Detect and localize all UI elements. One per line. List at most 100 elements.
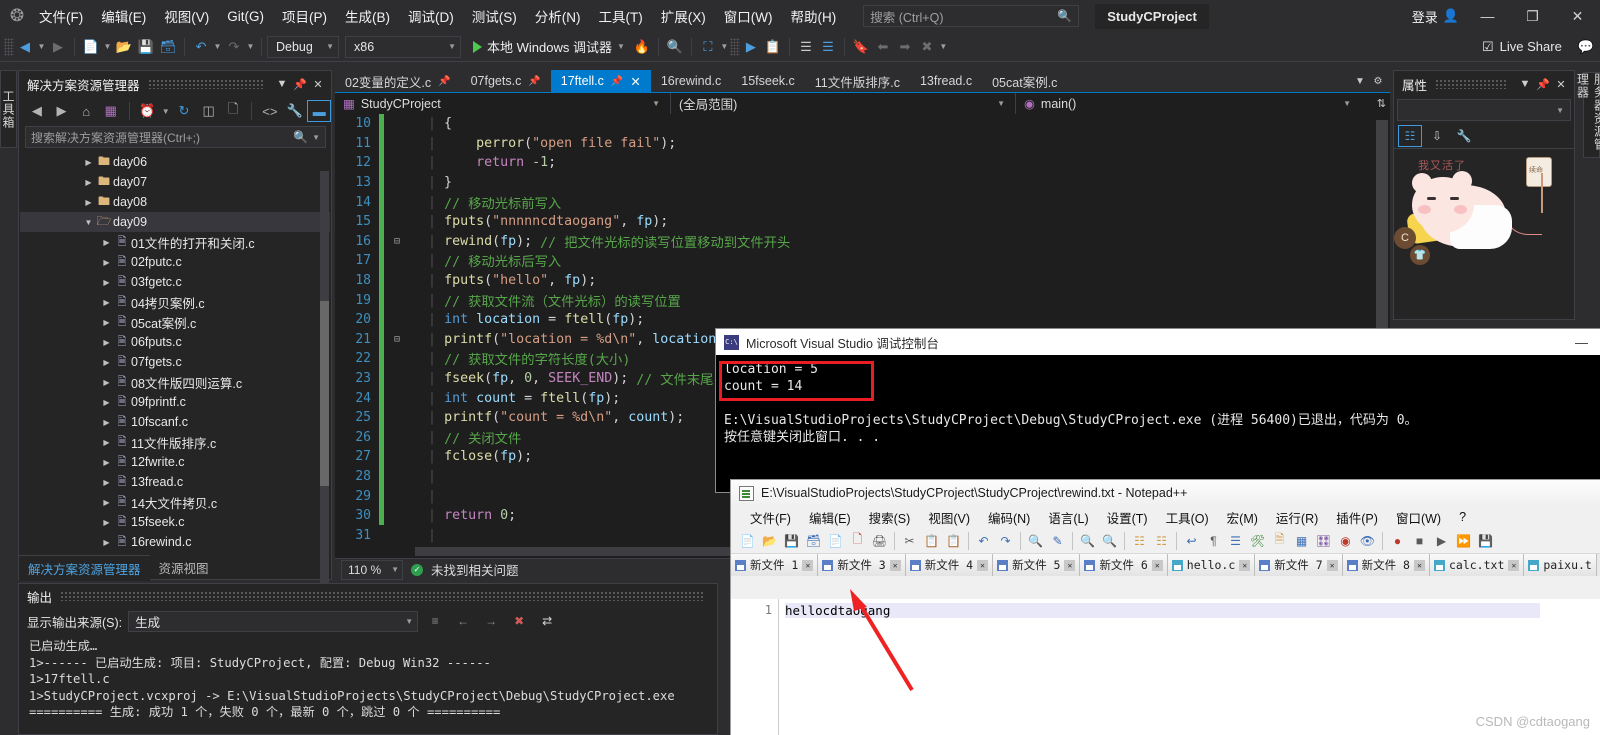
- tree-file-06[interactable]: ▶ 🗎 06fputs.c: [20, 332, 330, 352]
- console-minimize-button[interactable]: —: [1575, 335, 1600, 350]
- chevron-right-icon[interactable]: ▶: [100, 298, 113, 307]
- cut-icon[interactable]: ✂: [899, 530, 920, 551]
- save-all-icon[interactable]: 🗃: [803, 530, 824, 551]
- zoom-out-icon[interactable]: 🔍: [1099, 530, 1120, 551]
- clear-bookmarks-icon[interactable]: ✖: [916, 36, 938, 58]
- chevron-right-icon[interactable]: ▶: [100, 378, 113, 387]
- menu-item-debug[interactable]: 调试(D): [399, 2, 463, 30]
- function-list-icon[interactable]: ▦: [1291, 530, 1312, 551]
- save-all-icon[interactable]: 🗃: [157, 36, 179, 58]
- menu-item-file[interactable]: 文件(F): [30, 2, 92, 30]
- close-icon[interactable]: ✕: [1508, 559, 1520, 571]
- menu-item-analyze[interactable]: 分析(N): [526, 2, 590, 30]
- tree-file-01[interactable]: ▶ 🗎 01文件的打开和关闭.c: [20, 232, 330, 252]
- npp-tab-7[interactable]: 新文件 8 ✕: [1342, 554, 1430, 576]
- tree-file-11[interactable]: ▶ 🗎 11文件版排序.c: [20, 432, 330, 452]
- fold-toggle-icon[interactable]: ⊟: [390, 334, 404, 345]
- editor-tab-15fseek[interactable]: 15fseek.c: [731, 70, 805, 92]
- live-visual-tree-icon[interactable]: ⛶: [697, 36, 719, 58]
- clear-all-icon[interactable]: ✖: [508, 610, 530, 632]
- chevron-right-icon[interactable]: ▶: [100, 318, 113, 327]
- properties-wrench-icon[interactable]: 🔧: [283, 100, 307, 122]
- menu-item-git[interactable]: Git(G): [218, 5, 273, 28]
- menu-item-extensions[interactable]: 扩展(X): [652, 2, 715, 30]
- chevron-right-icon[interactable]: ▶: [100, 358, 113, 367]
- npp-tab-2[interactable]: 新文件 3 ✕: [818, 554, 906, 576]
- tree-file-10[interactable]: ▶ 🗎 10fscanf.c: [20, 412, 330, 432]
- toggle-bookmark-icon[interactable]: 🔖: [850, 36, 872, 58]
- toggle-word-wrap-icon[interactable]: ⇄: [536, 610, 558, 632]
- npp-tab-hello-c[interactable]: hello.c ✕: [1167, 554, 1256, 576]
- navigate-forward-icon[interactable]: ▶: [47, 36, 69, 58]
- pending-changes-icon[interactable]: ⏰: [136, 100, 160, 122]
- properties-object-combo[interactable]: ▼: [1397, 99, 1571, 121]
- pane-dropdown-icon[interactable]: ▼: [1516, 74, 1534, 94]
- collapse-all-icon[interactable]: ◫: [197, 100, 221, 122]
- solution-explorer-scrollbar-thumb[interactable]: [320, 301, 329, 486]
- pane-close-icon[interactable]: ✕: [309, 74, 327, 94]
- navbar-scope-combo[interactable]: (全局范围) ▼: [671, 92, 1016, 115]
- tab-resource-view[interactable]: 资源视图: [150, 555, 218, 580]
- close-icon[interactable]: ✕: [889, 559, 901, 571]
- npp-menu-encoding[interactable]: 编码(N): [979, 506, 1039, 529]
- uncomment-lines-icon[interactable]: ☰: [817, 36, 839, 58]
- folder-workspace-icon[interactable]: 🎛: [1313, 530, 1334, 551]
- refresh-icon[interactable]: ↻: [172, 100, 196, 122]
- editor-tab-17ftell[interactable]: 17ftell.c 📌 ✕: [550, 70, 651, 92]
- window-restore-button[interactable]: ❐: [1510, 0, 1555, 32]
- redo-icon[interactable]: ↷: [223, 36, 245, 58]
- fold-toggle-icon[interactable]: ⊟: [390, 236, 404, 247]
- navigate-backward-caret-icon[interactable]: ▼: [36, 36, 47, 58]
- tree-file-14[interactable]: ▶ 🗎 14大文件拷贝.c: [20, 492, 330, 512]
- comment-lines-icon[interactable]: ☰: [795, 36, 817, 58]
- output-source-combo[interactable]: 生成 ▼: [128, 610, 419, 632]
- copy-icon[interactable]: 📋: [921, 530, 942, 551]
- open-file-icon[interactable]: 📂: [113, 36, 135, 58]
- user-defined-language-icon[interactable]: 🛠: [1247, 530, 1268, 551]
- chevron-down-icon[interactable]: ▼: [82, 218, 95, 227]
- save-icon[interactable]: 💾: [135, 36, 157, 58]
- npp-menu-edit[interactable]: 编辑(E): [800, 506, 860, 529]
- npp-tab-calc-txt[interactable]: calc.txt ✕: [1429, 554, 1525, 576]
- chevron-right-icon[interactable]: ▶: [100, 538, 113, 547]
- editor-tab-07fgets[interactable]: 07fgets.c 📌: [460, 70, 551, 92]
- close-icon[interactable]: ✕: [1413, 559, 1425, 571]
- editor-tab-02[interactable]: 02变量的定义.c 📌: [335, 70, 461, 92]
- menu-item-view[interactable]: 视图(V): [155, 2, 218, 30]
- editor-tab-05cat[interactable]: 05cat案例.c: [982, 70, 1068, 92]
- tab-solution-explorer[interactable]: 解决方案资源管理器: [19, 554, 150, 581]
- new-item-icon[interactable]: 📄: [80, 36, 102, 58]
- npp-menu-file[interactable]: 文件(F): [741, 506, 800, 529]
- navbar-member-combo[interactable]: ◉ main() ▼: [1016, 93, 1361, 115]
- window-minimize-button[interactable]: —: [1465, 0, 1510, 32]
- tree-file-05[interactable]: ▶ 🗎 05cat案例.c: [20, 312, 330, 332]
- overflow-caret-icon[interactable]: ▼: [938, 36, 949, 58]
- close-icon[interactable]: ✕: [1064, 559, 1076, 571]
- show-all-chars-icon[interactable]: ¶: [1203, 530, 1224, 551]
- document-map-icon[interactable]: 🗎: [1269, 530, 1290, 551]
- debug-console-window[interactable]: C:\ Microsoft Visual Studio 调试控制台 — loca…: [716, 329, 1600, 492]
- new-item-caret-icon[interactable]: ▼: [102, 36, 113, 58]
- previous-bookmark-icon[interactable]: ⬅: [872, 36, 894, 58]
- pin-icon[interactable]: 📌: [528, 76, 540, 87]
- tree-folder-day06[interactable]: ▶ 🖿 day06: [20, 152, 330, 172]
- tree-file-08[interactable]: ▶ 🗎 08文件版四则运算.c: [20, 372, 330, 392]
- navigate-backward-icon[interactable]: ◀: [14, 36, 36, 58]
- tab-list-dropdown-icon[interactable]: ▼: [1352, 76, 1368, 87]
- paste-icon[interactable]: 📋: [943, 530, 964, 551]
- find-icon[interactable]: 🔍: [1025, 530, 1046, 551]
- chevron-right-icon[interactable]: ▶: [100, 278, 113, 287]
- chevron-down-icon[interactable]: ▼: [160, 100, 171, 122]
- navbar-project-combo[interactable]: ▦ StudyCProject ▼: [335, 92, 671, 115]
- tree-folder-day07[interactable]: ▶ 🖿 day07: [20, 172, 330, 192]
- undo-icon[interactable]: ↶: [190, 36, 212, 58]
- view-code-icon[interactable]: <>: [258, 100, 282, 122]
- solution-platform-combo[interactable]: x86 ▼: [345, 35, 461, 58]
- sync-horizontal-scroll-icon[interactable]: ☷: [1151, 530, 1172, 551]
- tree-file-12[interactable]: ▶ 🗎 12fwrite.c: [20, 452, 330, 472]
- editor-tab-13fread[interactable]: 13fread.c: [909, 70, 983, 92]
- live-share-button[interactable]: ☑ Live Share 💬: [1482, 39, 1600, 55]
- play-macro-icon[interactable]: ▶: [1431, 530, 1452, 551]
- save-macro-icon[interactable]: 💾: [1475, 530, 1496, 551]
- preview-browser-icon[interactable]: 👁: [1357, 530, 1378, 551]
